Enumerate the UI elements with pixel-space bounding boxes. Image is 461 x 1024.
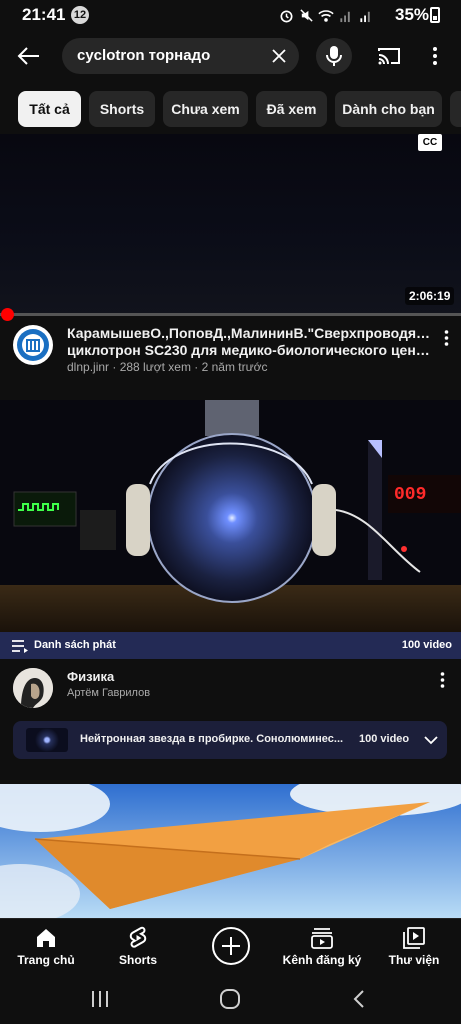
nav-library-label: Thư viện	[388, 953, 440, 967]
alarm-icon	[278, 7, 294, 23]
chip-more[interactable]	[450, 91, 461, 127]
playlist-info[interactable]: Физика Артём Гаврилов	[0, 662, 461, 712]
signal-icon	[358, 7, 374, 23]
playlist-item-count: 100 video	[359, 733, 410, 745]
home-icon	[33, 925, 59, 951]
chip-for-you[interactable]: Dành cho bạn	[335, 91, 442, 127]
chip-all[interactable]: Tất cả	[18, 91, 81, 127]
nav-home-label: Trang chủ	[17, 953, 75, 967]
video-thumbnail[interactable]	[0, 134, 461, 314]
video-menu-button[interactable]	[436, 326, 456, 350]
playlist-video-count: 100 video	[401, 639, 452, 651]
more-vert-icon	[444, 330, 448, 346]
clear-icon	[272, 49, 286, 63]
search-input[interactable]: cyclotron торнадо	[62, 38, 299, 74]
bottom-navigation: Trang chủ Shorts Kênh đăng ký Thư viện	[0, 918, 461, 974]
playlist-bar-label: Danh sách phát	[34, 639, 116, 651]
video-info[interactable]: КарамышевО.,ПоповД.,МалининВ."Сверхпрово…	[0, 320, 461, 382]
paper-plane-image	[0, 784, 461, 918]
nav-subscriptions[interactable]: Kênh đăng ký	[277, 919, 367, 975]
mic-icon	[326, 46, 342, 66]
playlist-title[interactable]: Физика	[67, 669, 114, 684]
channel-avatar[interactable]	[13, 325, 53, 365]
create-button[interactable]	[212, 927, 250, 965]
cc-badge: CC	[418, 134, 442, 151]
video-title[interactable]: КарамышевО.,ПоповД.,МалининВ."Сверхпрово…	[67, 325, 432, 359]
home-button[interactable]	[217, 986, 243, 1012]
recents-icon	[92, 991, 108, 1007]
playlist-thumbnail[interactable]: 009	[0, 400, 461, 632]
avatar-portrait-icon	[13, 668, 53, 708]
nav-shorts-label: Shorts	[118, 953, 157, 967]
status-time: 21:41	[22, 5, 66, 24]
chip-unwatched[interactable]: Chưa xem	[163, 91, 248, 127]
playlist-overlay-bar: Danh sách phát 100 video	[0, 632, 461, 659]
back-chevron-icon	[353, 990, 364, 1008]
video-thumbnail[interactable]	[0, 784, 461, 918]
status-bar: 21:41 12 35%	[0, 0, 461, 30]
chip-shorts[interactable]: Shorts	[89, 91, 155, 127]
playlist-menu-button[interactable]	[432, 668, 452, 692]
back-button[interactable]	[14, 42, 44, 70]
back-arrow-icon	[17, 47, 39, 65]
clear-search-button[interactable]	[267, 44, 291, 68]
nav-home[interactable]: Trang chủ	[1, 919, 91, 975]
cast-icon	[378, 48, 400, 65]
battery-percent: 35%	[395, 5, 430, 24]
battery-icon	[430, 7, 440, 23]
subscriptions-icon	[309, 925, 335, 951]
wifi-icon	[318, 7, 334, 23]
more-options-button[interactable]	[424, 42, 446, 70]
video-title-line1: КарамышевО.,ПоповД.,МалининВ."Сверхпрово…	[67, 325, 432, 341]
nav-subscriptions-label: Kênh đăng ký	[282, 953, 362, 967]
status-icons	[278, 6, 374, 24]
playlist-item-title: Нейтронная звезда в пробирке. Сонолюмине…	[80, 733, 344, 745]
signal-icon	[338, 7, 354, 23]
video-title-line2: циклотрон SC230 для медико-биологическог…	[67, 342, 432, 358]
display-readout: 009	[394, 485, 426, 505]
nav-shorts[interactable]: Shorts	[93, 919, 183, 975]
playlist-channel-name[interactable]: Артём Гаврилов	[67, 687, 150, 699]
more-vert-icon	[440, 672, 444, 688]
channel-avatar[interactable]	[13, 668, 53, 708]
video-duration: 2:06:19	[405, 287, 455, 305]
sonoluminescence-flask-image: 009	[0, 400, 461, 632]
recents-button[interactable]	[87, 986, 113, 1012]
playlist-first-item[interactable]: Нейтронная звезда в пробирке. Сонолюмине…	[13, 721, 447, 759]
voice-search-button[interactable]	[316, 38, 352, 74]
chip-watched[interactable]: Đã xem	[256, 91, 327, 127]
playlist-item-thumbnail	[26, 728, 68, 752]
filter-chips: Tất cả Shorts Chưa xem Đã xem Dành cho b…	[0, 91, 461, 127]
plus-icon	[222, 937, 240, 955]
more-vert-icon	[433, 47, 437, 65]
nav-library[interactable]: Thư viện	[369, 919, 459, 975]
playlist-icon	[12, 640, 28, 653]
watch-progress-bar	[0, 313, 461, 316]
shorts-icon	[125, 925, 151, 951]
chevron-down-icon[interactable]	[422, 731, 440, 749]
home-circle-icon	[220, 989, 240, 1009]
mute-icon	[298, 7, 314, 23]
back-nav-button[interactable]	[346, 986, 372, 1012]
system-navigation	[0, 974, 461, 1024]
search-header: cyclotron торнадо	[0, 30, 461, 82]
cast-button[interactable]	[375, 42, 403, 70]
institute-logo-icon	[17, 329, 49, 361]
video-meta: dlnp.jinr · 288 lượt xem · 2 năm trước	[67, 360, 268, 374]
notification-count-badge: 12	[71, 6, 89, 24]
search-query-text: cyclotron торнадо	[77, 47, 211, 64]
library-icon	[401, 925, 427, 951]
